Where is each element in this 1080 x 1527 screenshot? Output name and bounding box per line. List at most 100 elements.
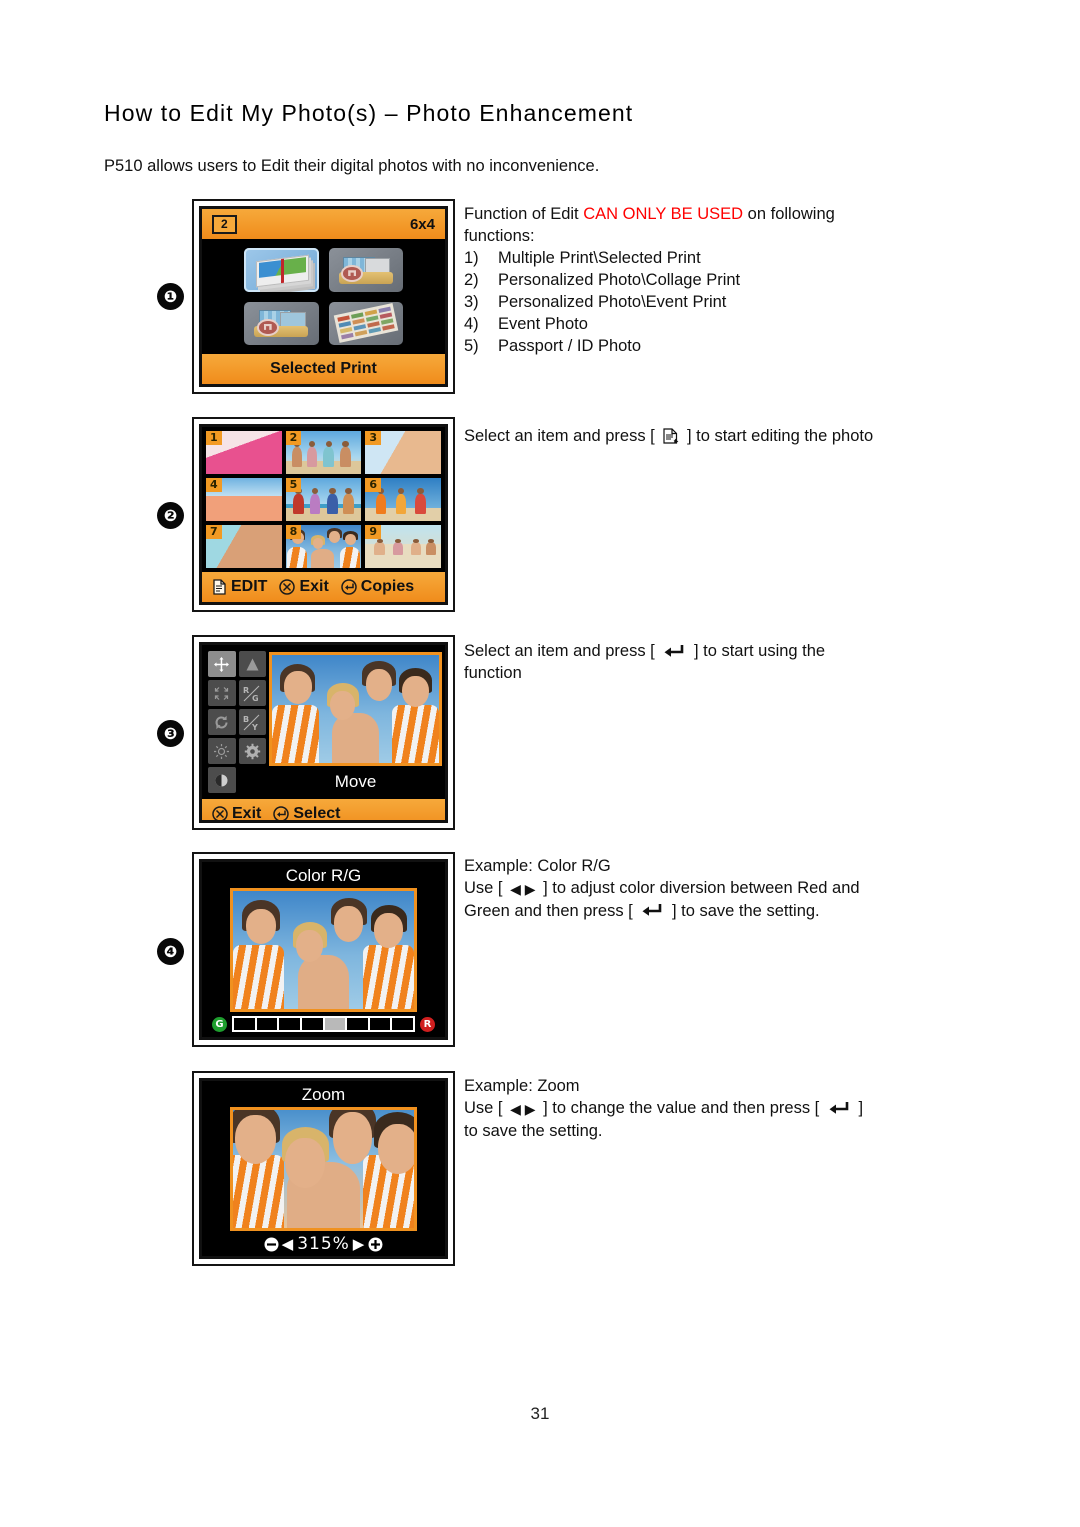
enter-key-icon (662, 643, 686, 661)
paper-size-label: 6x4 (409, 215, 435, 233)
screen-header: 2 6x4 (202, 209, 445, 239)
slider-track[interactable] (232, 1016, 415, 1032)
footer-exit-label: Exit (232, 805, 262, 822)
instruction-middle: ] to change the value and then press [ (543, 1099, 820, 1117)
color-slider[interactable]: G R (202, 1012, 445, 1037)
footer-exit-button[interactable]: Exit (279, 578, 329, 596)
thumbnail-grid: 1 2 3 4 5 6 7 8 9 (202, 427, 445, 572)
enter-key-icon (341, 579, 357, 595)
note-emphasis: CAN ONLY BE USED (583, 205, 744, 223)
tile-selected-print[interactable] (244, 248, 319, 292)
photo-preview[interactable] (230, 888, 417, 1012)
tile-index-print[interactable] (328, 301, 403, 345)
thumbnail-4[interactable]: 4 (206, 478, 282, 521)
footer-edit-button[interactable]: EDIT (212, 578, 267, 596)
instruction-prefix-2: Green and then press [ (464, 901, 633, 920)
thumbnail-2[interactable]: 2 (285, 431, 362, 474)
tile-all-print[interactable] (244, 301, 319, 345)
thumbnail-6[interactable]: 6 (365, 478, 441, 521)
screen-title: Zoom (202, 1081, 445, 1107)
list-label: Passport / ID Photo (498, 337, 642, 355)
editor-preview: Move (266, 651, 442, 793)
photo-preview[interactable] (269, 652, 442, 766)
contrast-tool[interactable] (208, 767, 236, 793)
thumbnail-9[interactable]: 9 (365, 525, 441, 568)
instruction-line-3: to save the setting. (464, 1121, 603, 1140)
copy-count-badge: 2 (212, 214, 237, 234)
instruction-prefix: Use [ (464, 879, 503, 897)
svg-text:Y: Y (251, 723, 258, 731)
footer-edit-label: EDIT (231, 578, 268, 595)
svg-text:B: B (243, 715, 249, 724)
thumbnail-number: 6 (365, 478, 381, 492)
thumbnail-7[interactable]: 7 (206, 525, 282, 568)
circle-x-icon (279, 579, 296, 595)
instruction-prefix: Select an item and press [ (464, 427, 655, 445)
tile-multiple-print[interactable] (328, 248, 403, 292)
step-5-screen: Zoom ◀ 315% ▶ (192, 1071, 455, 1266)
enter-key-icon (640, 902, 664, 920)
step-3-screen: RG BY Move Exit Select (192, 635, 455, 830)
instruction-suffix: ] (858, 1099, 864, 1117)
svg-text:G: G (252, 694, 259, 702)
instruction-suffix: ] to adjust color diversion between Red … (543, 879, 860, 897)
rotate-tool[interactable] (208, 709, 236, 735)
thumbnail-number: 5 (285, 478, 302, 492)
preview-stage (202, 888, 445, 1012)
list-key: 1) (464, 249, 479, 267)
plus-circle-icon[interactable] (368, 1237, 383, 1252)
svg-text:R: R (243, 686, 249, 695)
footer-copies-button[interactable]: Copies (341, 578, 414, 596)
instruction-line-2: function (464, 664, 522, 682)
screen-footer: Selected Print (202, 354, 445, 384)
list-item: 5) Passport / ID Photo (464, 335, 934, 357)
resize-tool[interactable] (208, 680, 236, 706)
step-1-bullet: ❶ (157, 283, 184, 310)
thumbnail-8[interactable]: 8 (285, 525, 362, 568)
sharpen-tool[interactable] (238, 651, 266, 677)
list-item: 1) Multiple Print\Selected Print (464, 247, 934, 269)
screen-footer: Exit Select (202, 799, 445, 822)
list-key: 4) (464, 315, 479, 333)
right-arrow-icon[interactable]: ▶ (353, 1235, 366, 1253)
footer-select-button[interactable]: Select (273, 805, 341, 822)
zoom-control[interactable]: ◀ 315% ▶ (202, 1231, 445, 1256)
edit-availability-note: Function of Edit CAN ONLY BE USED on fol… (464, 203, 934, 225)
footer-exit-button[interactable]: Exit (212, 805, 262, 822)
supported-function-list: 1) Multiple Print\Selected Print 2) Person… (464, 247, 934, 357)
thumbnail-number: 8 (285, 525, 302, 539)
list-key: 3) (464, 293, 479, 311)
list-label: Event Photo (498, 315, 588, 333)
step-3-bullet: ❸ (157, 720, 184, 747)
screen-footer: EDIT Exit Copies (202, 572, 445, 602)
step-1-screen: 2 6x4 Selected Print (192, 199, 455, 394)
note-suffix: on following (743, 205, 835, 223)
thumbnail-3[interactable]: 3 (365, 431, 441, 474)
step-2-screen: 1 2 3 4 5 6 7 8 9 EDIT Exit Copies (192, 417, 455, 612)
list-item: 2) Personalized Photo\Collage Print (464, 269, 934, 291)
thumbnail-5[interactable]: 5 (285, 478, 362, 521)
color-by-tool[interactable]: BY (238, 709, 266, 735)
move-tool[interactable] (208, 651, 236, 677)
left-right-arrow-icon: ◀ ▶ (510, 880, 536, 897)
photo-preview-zoomed[interactable] (230, 1107, 417, 1231)
color-rg-tool[interactable]: RG (238, 680, 266, 706)
zoom-value: 315% (297, 1234, 350, 1254)
step-1-instructions: Function of Edit CAN ONLY BE USED on fol… (464, 203, 934, 357)
thumbnail-1[interactable]: 1 (206, 431, 282, 474)
footer-select-label: Select (293, 805, 341, 822)
screen-footer: Cancel Save & Exit (202, 1038, 445, 1040)
tool-caption: Move (334, 772, 377, 791)
minus-circle-icon[interactable] (264, 1237, 279, 1252)
slider-thumb (324, 1018, 348, 1030)
settings-tool[interactable] (238, 738, 266, 764)
instruction-suffix: ] to start using the (693, 642, 826, 660)
thumbnail-number: 7 (206, 525, 222, 539)
editor-toolbar: RG BY (208, 651, 266, 793)
brightness-tool[interactable] (208, 738, 236, 764)
footer-exit-label: Exit (299, 578, 329, 595)
red-endpoint-label: R (420, 1016, 435, 1032)
preview-stage (202, 1107, 445, 1231)
left-arrow-icon[interactable]: ◀ (282, 1235, 295, 1253)
step-2-instructions: Select an item and press [ ] to start ed… (464, 425, 944, 447)
